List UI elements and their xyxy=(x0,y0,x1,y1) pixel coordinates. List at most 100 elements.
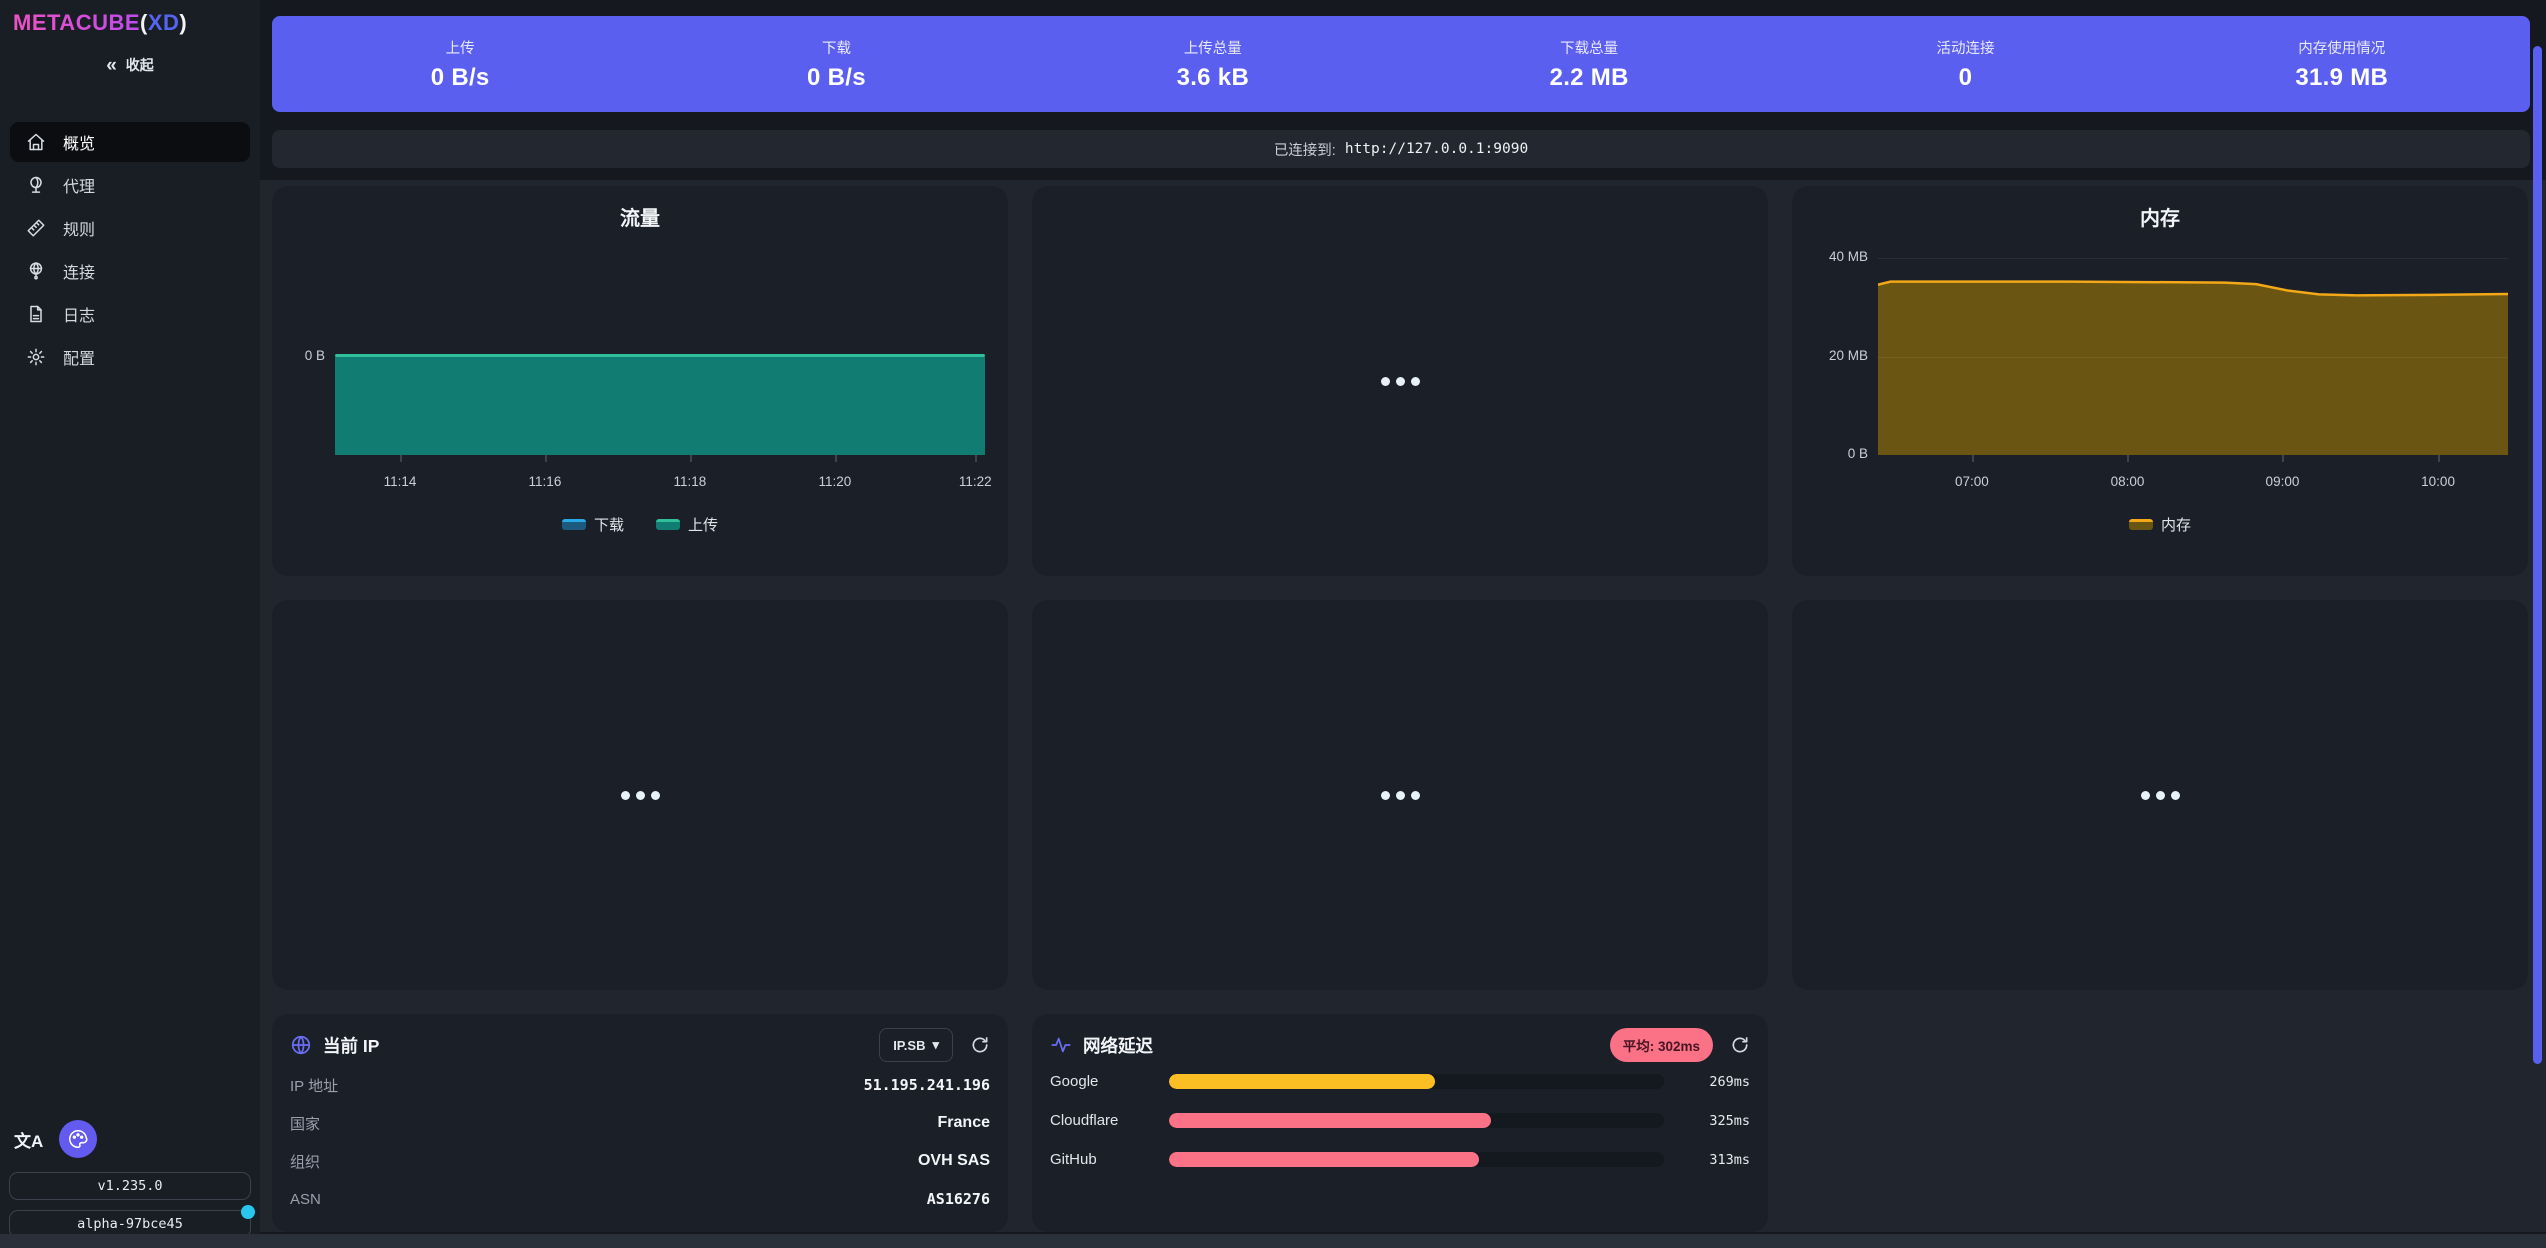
ip-provider-dropdown[interactable]: IP.SB ▾ xyxy=(879,1028,953,1062)
ip-card-title: 当前 IP xyxy=(323,1033,379,1058)
latency-average-badge: 平均: 302ms xyxy=(1610,1028,1713,1062)
stat-upload-total: 上传总量 3.6 kB xyxy=(1025,37,1401,92)
latency-bar-track xyxy=(1169,1074,1664,1089)
translate-icon[interactable]: 文A xyxy=(14,1127,43,1152)
x-tick-label: 11:22 xyxy=(959,474,992,489)
current-ip-card: 当前 IP IP.SB ▾ IP 地址 51.195.241.196 国家 Fr… xyxy=(272,1014,1008,1232)
sidebar: METACUBE(XD) « 收起 概览 代理 规则 连接 日志 配置 xyxy=(0,0,260,1248)
connections-globe-icon xyxy=(26,261,46,281)
ip-details: IP 地址 51.195.241.196 国家 France 组织 OVH SA… xyxy=(290,1066,990,1218)
x-tick-mark xyxy=(2282,455,2284,462)
sidebar-item-proxies[interactable]: 代理 xyxy=(10,165,250,205)
traffic-chart-title: 流量 xyxy=(272,202,1008,231)
gridline xyxy=(1878,258,2508,259)
logo-brand: METACUBE xyxy=(13,10,140,35)
latency-bar-track xyxy=(1169,1113,1664,1128)
y-tick-label: 20 MB xyxy=(1829,348,1868,363)
latency-bar-fill xyxy=(1169,1113,1491,1128)
chevrons-left-icon: « xyxy=(106,56,117,75)
sidebar-collapse-button[interactable]: « 收起 xyxy=(70,50,190,80)
sidebar-footer: 文A v1.235.0 alpha-97bce45 xyxy=(0,1120,260,1248)
stat-download-speed: 下载 0 B/s xyxy=(648,37,1024,92)
memory-chart-title: 内存 xyxy=(1792,202,2528,231)
x-tick-label: 11:20 xyxy=(818,474,851,489)
loading-card xyxy=(1792,600,2528,990)
main-header: 上传 0 B/s 下载 0 B/s 上传总量 3.6 kB 下载总量 2.2 M… xyxy=(260,0,2546,180)
x-tick-label: 07:00 xyxy=(1955,474,1989,489)
loading-card xyxy=(1032,186,1768,576)
sidebar-item-label: 代理 xyxy=(63,173,95,197)
x-tick-mark xyxy=(2127,455,2129,462)
dashboard-grid: 流量 0 B 11:1411:1611:1811:2011:22 下载上传 内存… xyxy=(260,180,2546,1232)
app-logo: METACUBE(XD) xyxy=(0,0,260,36)
x-tick-label: 11:18 xyxy=(674,474,707,489)
traffic-plot-area xyxy=(335,248,985,455)
memory-axis-ticklabels: 07:00 08:00 09:00 10:00 xyxy=(1878,474,2508,492)
latency-rows: Google 269ms Cloudflare 325ms GitHub 313… xyxy=(1050,1062,1750,1179)
stat-upload-speed: 上传 0 B/s xyxy=(272,37,648,92)
connection-status-url: http://127.0.0.1:9090 xyxy=(1345,141,1528,157)
x-tick-label: 10:00 xyxy=(2421,474,2455,489)
sidebar-item-connections[interactable]: 连接 xyxy=(10,251,250,291)
traffic-axis-ticklabels: 11:1411:1611:1811:2011:22 xyxy=(335,474,985,492)
loading-dots xyxy=(1792,600,2528,990)
network-latency-card: 网络延迟 平均: 302ms Google 269ms Cloudflare 3… xyxy=(1032,1014,1768,1232)
loading-card xyxy=(1032,600,1768,990)
update-available-dot xyxy=(241,1205,255,1219)
sidebar-item-label: 配置 xyxy=(63,345,95,369)
theme-button[interactable] xyxy=(59,1120,97,1158)
horizontal-scrollbar-track[interactable] xyxy=(0,1234,2546,1248)
stat-download-total: 下载总量 2.2 MB xyxy=(1401,37,1777,92)
refresh-icon xyxy=(1730,1035,1750,1055)
ip-refresh-button[interactable] xyxy=(970,1035,990,1055)
sidebar-item-overview[interactable]: 概览 xyxy=(10,122,250,162)
memory-area-fill xyxy=(1878,282,2508,455)
latency-row-cloudflare: Cloudflare 325ms xyxy=(1050,1101,1750,1140)
legend-label: 上传 xyxy=(688,514,718,535)
ip-row-organization: 组织 OVH SAS xyxy=(290,1142,990,1180)
memory-legend: 内存 xyxy=(1792,514,2528,535)
stat-memory-usage: 内存使用情况 31.9 MB xyxy=(2154,37,2530,92)
activity-pulse-icon xyxy=(1050,1034,1072,1056)
sidebar-item-label: 日志 xyxy=(63,302,95,326)
gridline xyxy=(1878,357,2508,358)
y-tick-label: 40 MB xyxy=(1829,249,1868,264)
proxies-globe-icon xyxy=(26,175,46,195)
memory-y-axis-labels: 40 MB20 MB0 B xyxy=(1798,186,1868,486)
refresh-icon xyxy=(970,1035,990,1055)
x-tick-label: 11:14 xyxy=(384,474,417,489)
x-tick-label: 08:00 xyxy=(2111,474,2145,489)
sidebar-item-rules[interactable]: 规则 xyxy=(10,208,250,248)
legend-item[interactable]: 上传 xyxy=(656,514,718,535)
legend-swatch xyxy=(562,519,586,530)
x-tick-mark xyxy=(690,455,692,462)
globe-icon xyxy=(290,1034,312,1056)
x-tick-label: 11:16 xyxy=(529,474,562,489)
palette-icon xyxy=(67,1128,89,1150)
logs-file-icon xyxy=(26,304,46,324)
memory-axis-tickmarks xyxy=(1878,455,2508,463)
home-icon xyxy=(26,132,46,152)
ip-row-country: 国家 France xyxy=(290,1104,990,1142)
core-version-button[interactable]: v1.235.0 xyxy=(9,1172,251,1200)
vertical-scrollbar-thumb[interactable] xyxy=(2533,46,2542,1064)
stats-bar: 上传 0 B/s 下载 0 B/s 上传总量 3.6 kB 下载总量 2.2 M… xyxy=(272,16,2530,112)
loading-dots xyxy=(272,600,1008,990)
traffic-chart-card: 流量 0 B 11:1411:1611:1811:2011:22 下载上传 xyxy=(272,186,1008,576)
legend-item[interactable]: 内存 xyxy=(2129,514,2191,535)
latency-row-github: GitHub 313ms xyxy=(1050,1140,1750,1179)
x-tick-mark xyxy=(545,455,547,462)
traffic-axis-tickmarks xyxy=(335,455,985,463)
latency-row-google: Google 269ms xyxy=(1050,1062,1750,1101)
ip-row-address: IP 地址 51.195.241.196 xyxy=(290,1066,990,1104)
x-tick-label: 09:00 xyxy=(2266,474,2300,489)
legend-item[interactable]: 下载 xyxy=(562,514,624,535)
latency-refresh-button[interactable] xyxy=(1730,1035,1750,1055)
settings-gear-icon xyxy=(26,347,46,367)
sidebar-item-logs[interactable]: 日志 xyxy=(10,294,250,334)
x-tick-mark xyxy=(975,455,977,462)
legend-label: 下载 xyxy=(594,514,624,535)
sidebar-nav: 概览 代理 规则 连接 日志 配置 xyxy=(0,122,260,377)
sidebar-item-config[interactable]: 配置 xyxy=(10,337,250,377)
logo-xd: XD xyxy=(148,10,180,35)
